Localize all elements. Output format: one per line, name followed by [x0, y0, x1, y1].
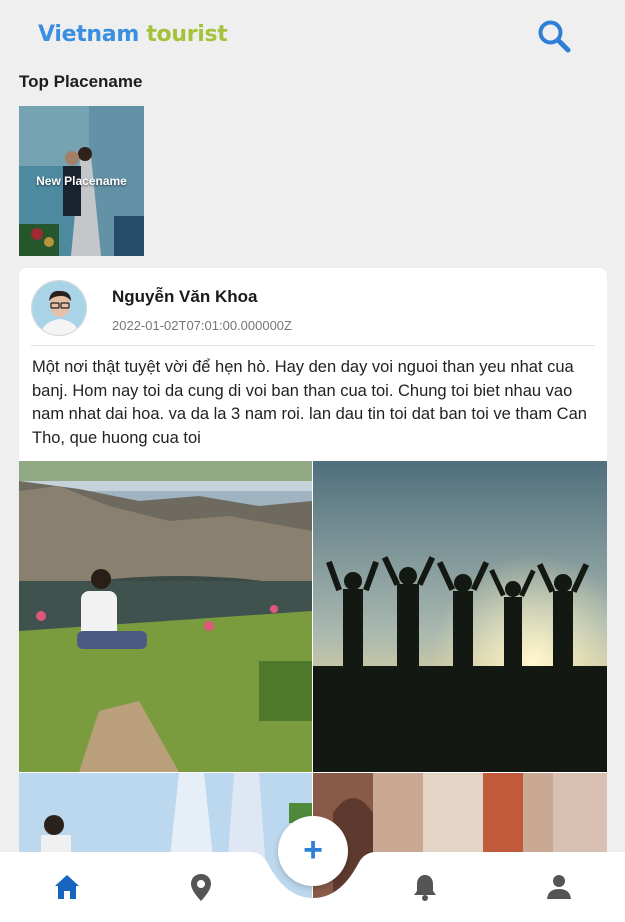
silhouette-photo — [313, 461, 607, 772]
nav-places[interactable] — [184, 870, 218, 904]
app-logo[interactable]: Vietnam tourist — [38, 22, 228, 47]
bell-icon — [414, 875, 436, 901]
post-divider — [31, 345, 595, 346]
app-header: Vietnam tourist — [0, 0, 625, 72]
location-pin-icon — [191, 874, 211, 901]
home-icon — [55, 875, 79, 899]
author-avatar[interactable] — [31, 280, 87, 336]
gallery-photo-silhouettes[interactable] — [313, 461, 607, 772]
search-button[interactable] — [536, 18, 572, 54]
place-card-new-placename[interactable]: New Placename — [19, 106, 144, 256]
add-post-label: + — [303, 831, 323, 869]
nav-notifications[interactable] — [408, 870, 442, 904]
logo-word-vietnam: Vietnam — [38, 22, 139, 47]
post-author-name[interactable]: Nguyễn Văn Khoa — [112, 287, 257, 307]
search-icon — [538, 20, 571, 53]
gallery-photo-lake[interactable] — [19, 461, 312, 772]
nav-home[interactable] — [50, 870, 84, 904]
top-placename-heading: Top Placename — [19, 72, 143, 91]
add-post-button[interactable]: + — [278, 816, 348, 886]
nav-profile[interactable] — [542, 870, 576, 904]
logo-word-tourist: tourist — [146, 22, 228, 47]
place-card-label: New Placename — [36, 174, 127, 188]
post-body-text: Một nơi thật tuyệt vời để hẹn hò. Hay de… — [32, 358, 587, 447]
post-card: Nguyễn Văn Khoa 2022-01-02T07:01:00.0000… — [19, 268, 607, 908]
avatar-image — [32, 281, 86, 335]
lake-photo — [19, 461, 312, 772]
user-icon — [547, 875, 571, 899]
post-timestamp: 2022-01-02T07:01:00.000000Z — [112, 318, 292, 333]
